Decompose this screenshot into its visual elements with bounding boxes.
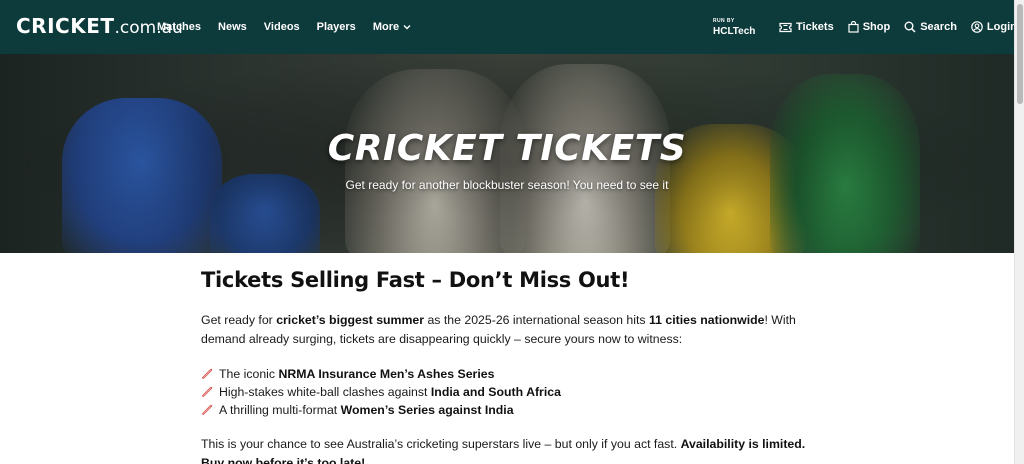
shopping-bag-icon [848, 21, 859, 33]
page-scrollbar[interactable] [1014, 0, 1024, 464]
login-link[interactable]: Login [971, 21, 1017, 33]
main-nav: Matches News Videos Players More [157, 0, 428, 54]
scrollbar-thumb[interactable] [1017, 4, 1023, 104]
ticket-icon [779, 22, 792, 32]
run-by-label: RUN BY [713, 18, 735, 24]
chevron-down-icon [403, 25, 411, 30]
nav-players[interactable]: Players [317, 21, 356, 33]
cricket-bat-icon [201, 386, 213, 398]
user-icon [971, 21, 983, 33]
list-item-text: High-stakes white-ball clashes against [219, 385, 431, 399]
login-label: Login [986, 21, 1017, 33]
hero-title: CRICKET TICKETS [327, 128, 687, 169]
intro-bold-2: 11 cities nationwide [648, 313, 765, 327]
search-label: Search [920, 21, 957, 33]
nav-matches[interactable]: Matches [157, 21, 201, 33]
cricket-bat-icon [201, 368, 213, 380]
cricket-bat-icon [201, 404, 213, 416]
nav-more-label: More [372, 21, 400, 33]
list-item-bold: India and South Africa [430, 385, 561, 399]
shop-link[interactable]: Shop [848, 21, 891, 33]
tickets-label: Tickets [796, 21, 834, 33]
article-heading: Tickets Selling Fast – Don’t Miss Out! [201, 268, 630, 292]
intro-text-1: Get ready for [201, 313, 277, 327]
closing-paragraph: This is your chance to see Australia’s c… [201, 435, 821, 464]
list-item: High-stakes white-ball clashes against I… [201, 383, 821, 401]
search-icon [904, 21, 916, 33]
nav-news[interactable]: News [218, 21, 247, 33]
list-item: The iconic NRMA Insurance Men’s Ashes Se… [201, 365, 821, 383]
list-item: A thrilling multi-format Women’s Series … [201, 401, 821, 419]
nav-more[interactable]: More [373, 21, 411, 33]
intro-text-2: as the 2025-26 international season hits [424, 313, 649, 327]
utility-nav: Tickets Shop Search Login [779, 0, 1024, 54]
run-by-sponsor[interactable]: RUN BY HCLTech [713, 19, 755, 37]
list-item-text: A thrilling multi-format [219, 403, 341, 417]
site-header: CRICKET.com.au Matches News Videos Playe… [0, 0, 1017, 54]
intro-bold-1: cricket’s biggest summer [276, 313, 425, 327]
list-item-bold: NRMA Insurance Men’s Ashes Series [278, 367, 495, 381]
closing-text: This is your chance to see Australia’s c… [201, 437, 681, 451]
series-list: The iconic NRMA Insurance Men’s Ashes Se… [201, 365, 821, 419]
article-content: Tickets Selling Fast – Don’t Miss Out! G… [201, 253, 821, 464]
hero-subtitle: Get ready for another blockbuster season… [345, 178, 669, 192]
list-item-text: The iconic [219, 367, 279, 381]
list-item-bold: Women’s Series against India [340, 403, 514, 417]
search-link[interactable]: Search [904, 21, 957, 33]
tickets-link[interactable]: Tickets [779, 21, 834, 33]
hero-banner: CRICKET TICKETS Get ready for another bl… [0, 54, 1014, 253]
intro-paragraph: Get ready for cricket’s biggest summer a… [201, 311, 821, 349]
shop-label: Shop [862, 21, 891, 33]
sponsor-name: HCLTech [713, 26, 756, 37]
logo-brand: CRICKET [16, 14, 115, 38]
nav-videos[interactable]: Videos [264, 21, 300, 33]
